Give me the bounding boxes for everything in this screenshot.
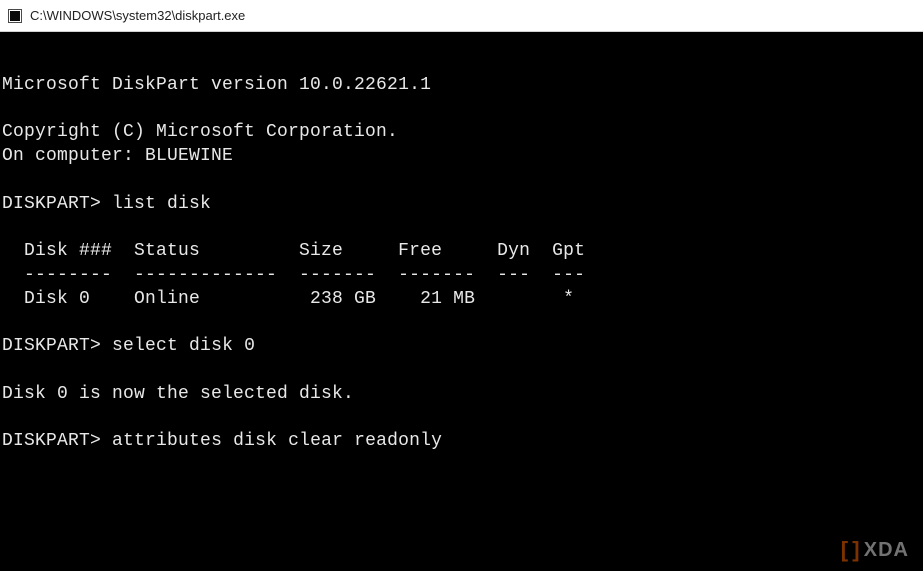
disk-table-header: Disk ### Status Size Free Dyn Gpt: [2, 241, 585, 261]
copyright-line: Copyright (C) Microsoft Corporation.: [2, 122, 398, 142]
watermark-text: XDA: [864, 540, 909, 560]
disk-table-row: Disk 0 Online 238 GB 21 MB *: [2, 289, 574, 309]
prompt: DISKPART>: [2, 336, 101, 356]
command-attributes: attributes disk clear readonly: [112, 431, 442, 451]
disk-table-divider: -------- ------------- ------- ------- -…: [2, 265, 585, 285]
terminal-output[interactable]: Microsoft DiskPart version 10.0.22621.1 …: [0, 32, 923, 571]
title-bar[interactable]: C:\WINDOWS\system32\diskpart.exe: [0, 0, 923, 32]
prompt: DISKPART>: [2, 194, 101, 214]
xda-watermark: [] XDA: [841, 539, 909, 561]
version-line: Microsoft DiskPart version 10.0.22621.1: [2, 75, 431, 95]
console-icon: [8, 9, 22, 23]
prompt: DISKPART>: [2, 431, 101, 451]
bracket-icon: ]: [852, 539, 860, 561]
select-disk-response: Disk 0 is now the selected disk.: [2, 384, 354, 404]
computer-line: On computer: BLUEWINE: [2, 146, 233, 166]
window-title: C:\WINDOWS\system32\diskpart.exe: [30, 8, 245, 23]
command-select-disk: select disk 0: [112, 336, 255, 356]
bracket-icon: [: [841, 539, 849, 561]
command-list-disk: list disk: [112, 194, 211, 214]
